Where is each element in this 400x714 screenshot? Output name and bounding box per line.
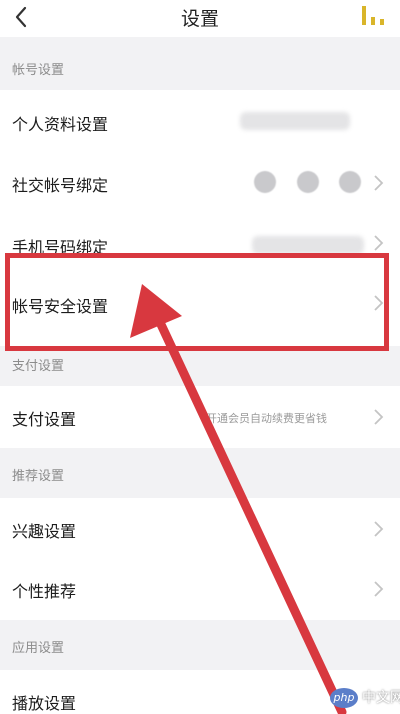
- bars-icon[interactable]: [360, 4, 386, 26]
- row-label: 播放设置: [12, 694, 77, 713]
- payment-promo-text: 开通会员自动续费更省钱: [206, 412, 327, 425]
- chevron-right-icon: [374, 581, 384, 597]
- row-label: 个性推荐: [12, 582, 77, 601]
- chevron-right-icon: [374, 409, 384, 425]
- section-recommend: 推荐设置: [0, 448, 400, 498]
- row-payment[interactable]: 支付设置 开通会员自动续费更省钱: [0, 386, 400, 448]
- row-profile[interactable]: 个人资料设置: [0, 90, 400, 152]
- row-label: 兴趣设置: [12, 522, 77, 541]
- row-label: 个人资料设置: [12, 115, 109, 134]
- chevron-right-icon: [374, 521, 384, 537]
- social-icon: [339, 171, 361, 193]
- row-phone-binding[interactable]: 手机号码绑定: [0, 214, 400, 258]
- section-label: 推荐设置: [12, 469, 65, 484]
- row-label: 社交帐号绑定: [12, 176, 109, 195]
- navigation-bar: 设置: [0, 0, 400, 37]
- row-social-binding[interactable]: 社交帐号绑定: [0, 152, 400, 214]
- php-logo: php: [330, 688, 358, 708]
- social-icon: [254, 171, 276, 193]
- section-label: 帐号设置: [12, 63, 65, 78]
- section-account: 帐号设置: [0, 37, 400, 90]
- phone-value-blurred: [252, 236, 364, 254]
- watermark-text: 中文网: [362, 690, 400, 706]
- chevron-right-icon: [374, 175, 384, 191]
- section-app: 应用设置: [0, 620, 400, 670]
- highlight-box: [5, 253, 389, 351]
- section-label: 应用设置: [12, 641, 65, 656]
- row-personal-recommend[interactable]: 个性推荐: [0, 560, 400, 620]
- row-interest[interactable]: 兴趣设置: [0, 498, 400, 560]
- social-icon: [297, 171, 319, 193]
- section-label: 支付设置: [12, 359, 65, 374]
- row-label: 支付设置: [12, 410, 77, 429]
- chevron-right-icon: [374, 235, 384, 251]
- section-payment: 支付设置: [0, 346, 400, 386]
- page-title: 设置: [180, 8, 219, 30]
- profile-value-blurred: [240, 112, 350, 130]
